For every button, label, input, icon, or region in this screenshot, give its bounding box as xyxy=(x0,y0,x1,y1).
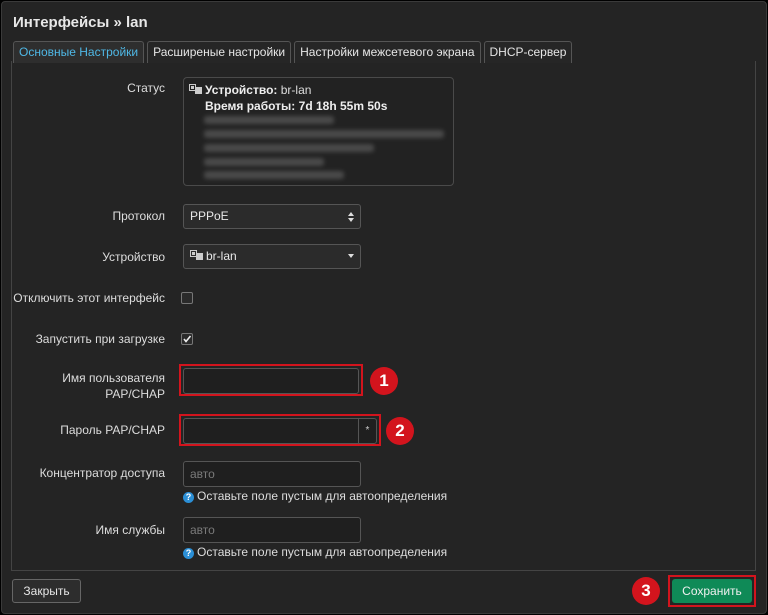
blurred-text xyxy=(204,116,334,124)
access-concentrator-label: Концентратор доступа xyxy=(39,466,165,480)
dialog-title: Интерфейсы » lan xyxy=(13,14,148,31)
tab-advanced-settings[interactable]: Расширеные настройки xyxy=(147,41,292,63)
network-device-icon xyxy=(190,246,203,260)
updown-arrows-icon xyxy=(348,212,354,222)
username-label-line2: PAP/CHAP xyxy=(105,387,165,401)
device-value: br-lan xyxy=(206,249,237,263)
protocol-value: PPPoE xyxy=(190,209,229,223)
service-name-help: ? Оставьте поле пустым для автоопределени… xyxy=(183,545,447,559)
protocol-label: Протокол xyxy=(112,209,165,223)
service-name-help-text: Оставьте поле пустым для автоопределения xyxy=(197,545,448,559)
protocol-select[interactable]: PPPoE xyxy=(183,204,361,229)
close-button[interactable]: Закрыть xyxy=(12,579,81,603)
autostart-label: Запустить при загрузке xyxy=(35,332,165,346)
blurred-text xyxy=(204,130,444,138)
save-button[interactable]: Сохранить xyxy=(672,579,752,603)
status-device-value: br-lan xyxy=(280,83,312,97)
tab-firewall-settings[interactable]: Настройки межсетевого экрана xyxy=(294,41,481,63)
status-uptime-value: 7d 18h 55m 50s xyxy=(298,99,388,113)
password-label: Пароль PAP/CHAP xyxy=(60,423,165,437)
highlight-box-2 xyxy=(179,414,381,446)
highlight-box-1 xyxy=(179,364,363,396)
network-device-icon xyxy=(189,83,202,94)
checkmark-icon xyxy=(183,335,192,343)
access-concentrator-help-text: Оставьте поле пустым для автоопределения xyxy=(197,489,448,503)
blurred-text xyxy=(204,158,324,166)
username-label: Имя пользователя PAP/CHAP xyxy=(62,370,165,402)
step-badge-1: 1 xyxy=(370,367,398,395)
device-label: Устройство xyxy=(102,250,165,264)
access-concentrator-input[interactable]: авто xyxy=(183,461,361,487)
tab-bar: Основные Настройки Расширеные настройки … xyxy=(13,41,575,63)
disable-interface-checkbox[interactable] xyxy=(181,292,193,304)
step-badge-2: 2 xyxy=(386,417,414,445)
step-badge-3: 3 xyxy=(632,577,660,605)
status-label: Статус xyxy=(127,81,165,95)
tab-dhcp-server[interactable]: DHCP-сервер xyxy=(483,41,573,63)
status-uptime-key: Время работы: xyxy=(205,99,296,113)
access-concentrator-help: ? Оставьте поле пустым для автоопределени… xyxy=(183,489,447,503)
username-label-line1: Имя пользователя xyxy=(62,371,165,385)
autostart-checkbox[interactable] xyxy=(181,333,193,345)
help-icon: ? xyxy=(183,492,194,503)
service-name-label: Имя службы xyxy=(95,523,165,537)
disable-interface-label: Отключить этот интерфейс xyxy=(13,291,165,305)
service-name-input[interactable]: авто xyxy=(183,517,361,543)
chevron-down-icon xyxy=(348,254,354,258)
help-icon: ? xyxy=(183,548,194,559)
tab-basic-settings[interactable]: Основные Настройки xyxy=(13,41,145,63)
blurred-text xyxy=(204,171,344,179)
status-box: Устройство: br-lan Время работы: 7d 18h … xyxy=(183,77,454,186)
device-select[interactable]: br-lan xyxy=(183,244,361,269)
status-device-key: Устройство: xyxy=(205,83,278,97)
blurred-text xyxy=(204,144,374,152)
